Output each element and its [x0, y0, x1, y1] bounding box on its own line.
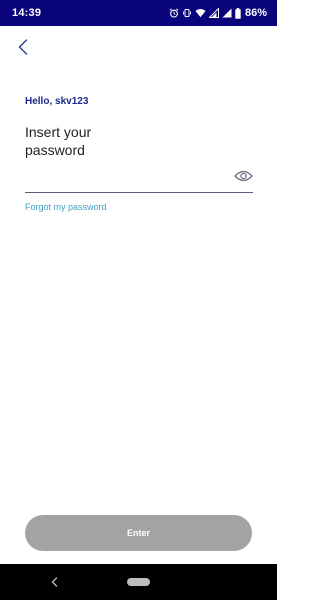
- wifi-icon: [195, 8, 206, 18]
- battery-percentage: 86%: [244, 7, 267, 19]
- status-time: 14:39: [12, 7, 42, 19]
- password-input[interactable]: [25, 165, 230, 191]
- show-password-button[interactable]: [233, 168, 253, 188]
- battery-icon: [235, 7, 241, 19]
- vibrate-icon: [182, 8, 192, 18]
- status-icons: 86%: [169, 7, 267, 19]
- password-field: [25, 165, 253, 193]
- page-title: Insert your password: [25, 124, 92, 158]
- home-pill-icon[interactable]: [127, 578, 150, 586]
- alarm-icon: [169, 8, 179, 18]
- signal-icon: [222, 8, 232, 18]
- forgot-password-link[interactable]: Forgot my password: [25, 202, 107, 212]
- navigation-bar: [0, 564, 277, 600]
- nav-back-icon[interactable]: [48, 576, 60, 588]
- greeting-text: Hello, skv123: [25, 96, 89, 107]
- chevron-left-icon: [18, 38, 28, 60]
- enter-button[interactable]: Enter: [25, 515, 252, 551]
- back-button[interactable]: [12, 38, 34, 60]
- eye-icon: [233, 169, 253, 187]
- status-bar: 14:39 86%: [0, 0, 277, 26]
- signal-icon: [208, 8, 219, 18]
